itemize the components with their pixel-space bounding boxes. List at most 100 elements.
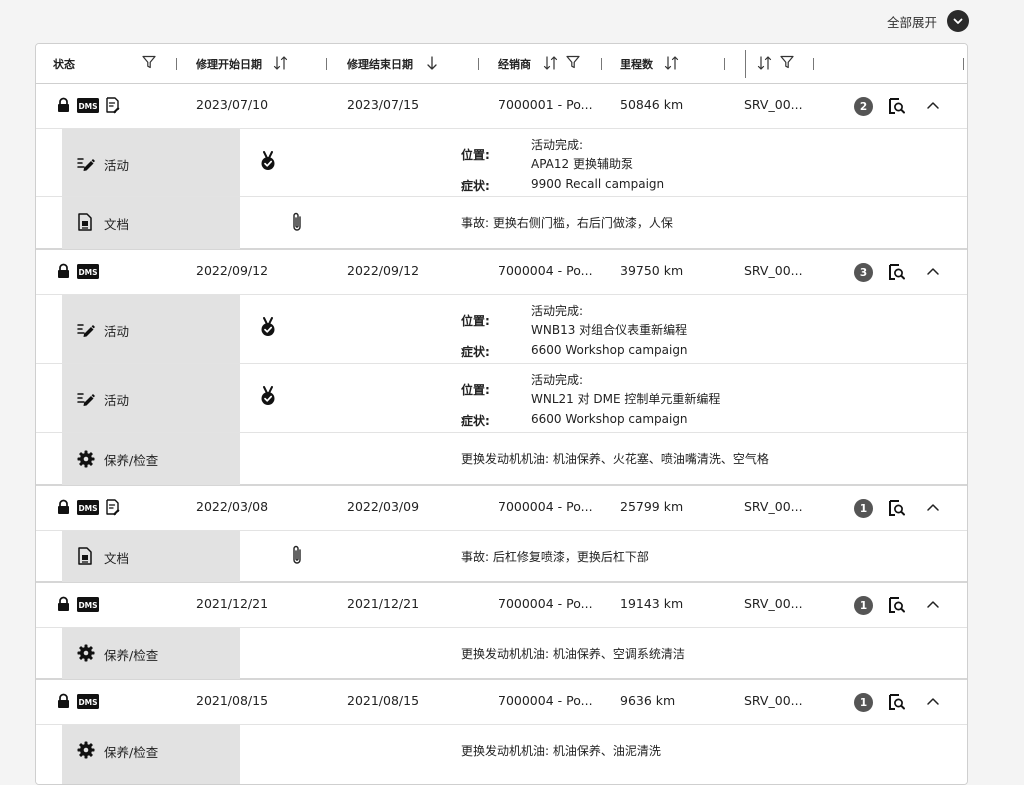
gear-icon	[77, 741, 95, 762]
sort-icon[interactable]	[272, 55, 290, 74]
header-mileage[interactable]: 里程数	[620, 44, 653, 83]
column-separator	[963, 58, 964, 70]
chevron-down-icon	[947, 10, 970, 32]
end-date: 2021/12/21	[347, 596, 420, 611]
sort-descending-icon[interactable]	[425, 55, 439, 74]
sort-icon[interactable]	[542, 55, 560, 74]
column-separator	[813, 58, 814, 70]
dealer: 7000004 - Po...	[498, 693, 593, 708]
header-end-date[interactable]: 修理结束日期	[347, 44, 413, 83]
mileage: 39750 km	[620, 263, 684, 278]
header-status[interactable]: 状态	[53, 44, 75, 83]
detail-row: 文档 事故: 更换右侧门槛，右后门做漆，人保	[36, 196, 967, 249]
start-date: 2022/03/08	[196, 499, 269, 514]
service-id: SRV_00...	[744, 263, 803, 278]
chevron-up-icon[interactable]	[926, 264, 940, 281]
table-row[interactable]: DMS 2022/09/12 2022/09/12 7000004 - Po..…	[36, 250, 967, 294]
dealer: 7000001 - Po...	[498, 97, 593, 112]
service-record: DMS 2022/03/08 2022/03/09 7000004 - Po..…	[36, 486, 967, 583]
item-count-badge: 2	[854, 97, 873, 116]
activity-icon	[77, 155, 95, 174]
chevron-up-icon[interactable]	[926, 500, 940, 517]
header-start-date[interactable]: 修理开始日期	[196, 44, 262, 83]
gear-icon	[77, 450, 95, 471]
lock-icon	[57, 263, 70, 282]
lock-icon	[57, 499, 70, 518]
attachment-icon[interactable]	[291, 544, 303, 569]
table-row[interactable]: DMS 2022/03/08 2022/03/09 7000004 - Po..…	[36, 486, 967, 530]
service-id: SRV_00...	[744, 693, 803, 708]
chevron-up-icon[interactable]	[926, 694, 940, 711]
search-details-icon[interactable]	[886, 262, 906, 285]
dms-icon: DMS	[77, 597, 99, 615]
lock-icon	[57, 596, 70, 615]
filter-icon[interactable]	[566, 55, 580, 72]
detail-row: 保养/检查 更换发动机机油: 机油保养、火花塞、喷油嘴清洗、空气格	[36, 432, 967, 485]
filter-icon[interactable]	[142, 55, 156, 72]
attachment-icon[interactable]	[291, 211, 303, 236]
column-separator	[601, 58, 602, 70]
service-history-table: 状态 修理开始日期 修理结束日期 经销商 里程数 DMS 2023/07/10 …	[35, 43, 968, 785]
svg-text:DMS: DMS	[78, 102, 97, 111]
activity-status: 活动完成:	[531, 304, 584, 318]
service-record: DMS 2021/12/21 2021/12/21 7000004 - Po..…	[36, 583, 967, 680]
search-details-icon[interactable]	[886, 96, 906, 119]
item-count-badge: 1	[854, 693, 873, 712]
table-row[interactable]: DMS 2023/07/10 2023/07/15 7000001 - Po..…	[36, 84, 967, 128]
location-label: 位置:	[461, 314, 490, 328]
lock-icon	[57, 97, 70, 116]
mileage: 19143 km	[620, 596, 684, 611]
detail-row: 活动 位置: 活动完成: WNB13 对组合仪表重新编程 症状: 6600 Wo…	[36, 294, 967, 364]
svg-text:DMS: DMS	[78, 268, 97, 277]
search-details-icon[interactable]	[886, 692, 906, 715]
table-row[interactable]: DMS 2021/08/15 2021/08/15 7000004 - Po..…	[36, 680, 967, 724]
expand-all-button[interactable]: 全部展开	[887, 8, 970, 34]
filter-icon[interactable]	[780, 55, 794, 72]
detail-row: 保养/检查 更换发动机机油: 机油保养、空调系统清洁	[36, 627, 967, 679]
document-service-icon	[103, 96, 121, 117]
column-separator	[478, 58, 479, 70]
document-icon	[77, 547, 93, 568]
svg-text:DMS: DMS	[78, 601, 97, 610]
sort-icon[interactable]	[663, 55, 681, 74]
category-label: 文档	[104, 551, 130, 566]
detail-text: 事故: 后杠修复喷漆，更换后杠下部	[461, 550, 649, 564]
dealer: 7000004 - Po...	[498, 596, 593, 611]
dms-icon: DMS	[77, 694, 99, 712]
column-separator	[326, 58, 327, 70]
start-date: 2021/08/15	[196, 693, 269, 708]
detail-row: 活动 位置: 活动完成: WNL21 对 DME 控制单元重新编程 症状: 66…	[36, 363, 967, 433]
symptom-label: 症状:	[461, 414, 490, 428]
chevron-up-icon[interactable]	[926, 98, 940, 115]
search-details-icon[interactable]	[886, 498, 906, 521]
category-label: 活动	[104, 324, 130, 339]
mileage: 25799 km	[620, 499, 684, 514]
detail-row: 活动 位置: 活动完成: APA12 更换辅助泵 症状: 9900 Recall…	[36, 128, 967, 197]
detail-text: 更换发动机机油: 机油保养、空调系统清洁	[461, 647, 685, 661]
service-id: SRV_00...	[744, 499, 803, 514]
item-count-badge: 1	[854, 596, 873, 615]
symptom-label: 症状:	[461, 179, 490, 193]
activity-icon	[77, 321, 95, 340]
start-date: 2022/09/12	[196, 263, 269, 278]
dealer: 7000004 - Po...	[498, 499, 593, 514]
start-date: 2021/12/21	[196, 596, 269, 611]
header-dealer[interactable]: 经销商	[498, 44, 531, 83]
item-count-badge: 1	[854, 499, 873, 518]
table-row[interactable]: DMS 2021/12/21 2021/12/21 7000004 - Po..…	[36, 583, 967, 627]
activity-icon	[77, 390, 95, 409]
category-cell: 活动	[62, 295, 240, 364]
activity-name: APA12 更换辅助泵	[531, 157, 633, 171]
column-separator	[176, 58, 177, 70]
column-resize-handle[interactable]	[745, 50, 746, 78]
sort-icon[interactable]	[756, 55, 774, 74]
activity-name: WNL21 对 DME 控制单元重新编程	[531, 392, 721, 406]
medal-icon	[260, 317, 276, 340]
category-label: 保养/检查	[104, 648, 159, 663]
search-details-icon[interactable]	[886, 595, 906, 618]
service-id: SRV_00...	[744, 97, 803, 112]
category-cell: 保养/检查	[62, 433, 240, 485]
chevron-up-icon[interactable]	[926, 597, 940, 614]
activity-status: 活动完成:	[531, 373, 584, 387]
item-count-badge: 3	[854, 263, 873, 282]
